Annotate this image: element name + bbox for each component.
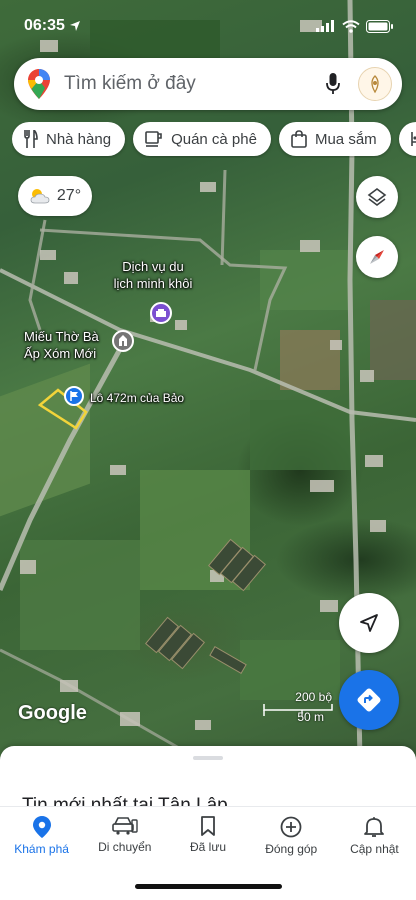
layers-icon [367,188,387,206]
chip-label: Nhà hàng [46,130,112,148]
shopping-bag-icon [291,130,307,148]
bottom-navigation: Khám phá Di chuyển Đã lưu Đóng góp Cập n… [0,806,416,864]
signal-icon [316,20,334,32]
wifi-icon [342,19,360,33]
sheet-drag-handle[interactable] [193,756,223,760]
nav-contribute[interactable]: Đóng góp [250,807,333,864]
car-icon [111,817,138,835]
bell-icon [364,817,385,837]
weather-temperature: 27° [56,187,82,204]
directions-icon [357,688,381,712]
poi-label-temple[interactable]: Miếu Thờ Bà Ấp Xóm Mới [24,328,124,362]
nav-explore[interactable]: Khám phá [0,807,83,864]
chip-restaurants[interactable]: Nhà hàng [12,122,126,156]
profile-avatar[interactable] [358,67,392,101]
partly-cloudy-icon [30,189,50,204]
search-input[interactable]: Tìm kiếm ở đây [64,73,318,95]
nav-label: Cập nhật [350,842,399,856]
nav-label: Đã lưu [189,840,227,854]
scale-meters: 50 m [297,710,324,724]
bookmark-icon [201,816,215,836]
chip-cafe[interactable]: Quán cà phê [133,122,271,156]
home-indicator [135,884,282,889]
explore-pin-icon [32,816,51,838]
status-time: 06:35 [24,17,65,34]
chip-label: Quán cà phê [171,130,257,148]
category-chips: Nhà hàng Quán cà phê Mua sắm [12,122,416,158]
mic-button[interactable] [318,69,348,99]
weather-chip[interactable]: 27° [18,176,92,216]
nav-label: Đóng góp [265,842,318,856]
nav-label: Khám phá [14,842,69,856]
location-arrow-icon [69,21,80,31]
poi-label-service[interactable]: Dịch vụ du lịch minh khôi [108,258,198,292]
battery-icon [366,19,393,33]
status-icons [316,19,394,33]
coffee-cup-icon [145,131,162,147]
layers-button[interactable] [356,176,398,218]
my-location-button[interactable] [339,593,399,653]
nav-updates[interactable]: Cập nhật [333,807,416,864]
fork-knife-icon [24,130,38,148]
poi-label-lot[interactable]: Lô 472m của Bảo [90,390,184,407]
chip-hotels[interactable] [398,122,416,156]
flag-pin-icon[interactable] [64,386,84,406]
directions-button[interactable] [339,670,399,730]
compass-icon [370,250,384,264]
maps-pin-logo-icon [28,69,50,99]
microphone-icon [326,73,340,94]
temple-pin-icon[interactable] [112,330,134,352]
status-time-group: 06:35 [24,17,81,35]
chip-shopping[interactable]: Mua sắm [278,122,391,156]
nav-label: Di chuyển [98,840,152,854]
compass-button[interactable] [356,236,398,278]
status-bar: 06:35 [0,0,416,52]
avatar-logo-icon [371,75,379,94]
hotel-bed-icon [410,132,416,146]
search-bar[interactable]: Tìm kiếm ở đây [14,58,402,110]
navigation-arrow-icon [360,614,378,632]
add-circle-icon [280,816,302,838]
nav-saved[interactable]: Đã lưu [166,807,249,864]
chip-label: Mua sắm [314,130,377,148]
map-scale: 200 bộ 50 m [262,690,334,730]
google-logo: Google [18,702,87,724]
nav-commute[interactable]: Di chuyển [83,807,166,864]
hotel-pin-icon[interactable] [150,302,172,324]
